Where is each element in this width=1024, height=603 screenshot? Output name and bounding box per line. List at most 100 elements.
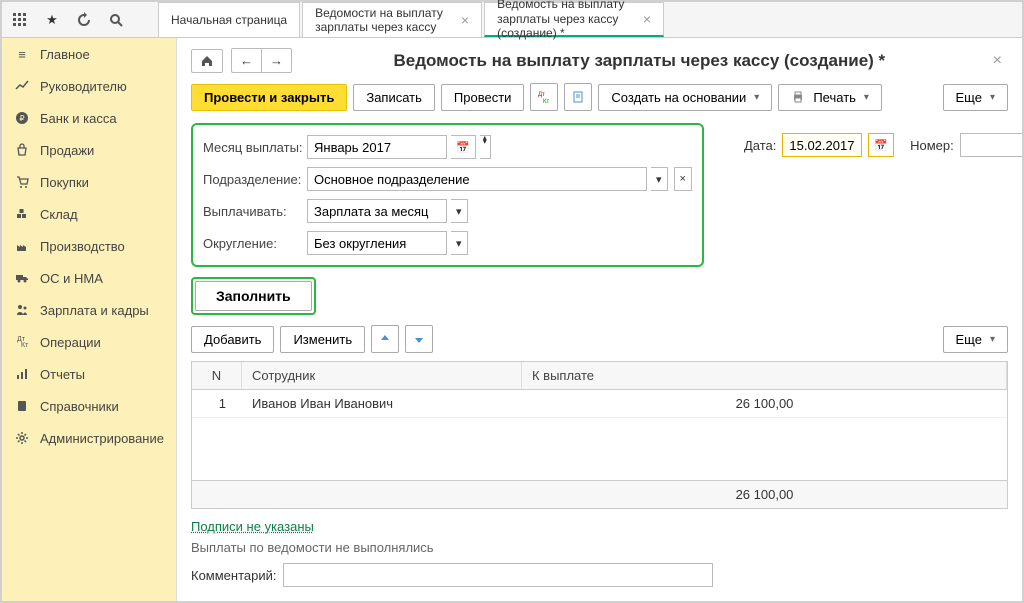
forward-button[interactable]: → bbox=[262, 49, 291, 72]
tab-label: Ведомости на выплату зарплаты через касс… bbox=[315, 6, 453, 35]
sidebar-item-label: Склад bbox=[40, 207, 78, 222]
sidebar-item-label: Производство bbox=[40, 239, 125, 254]
move-down-button[interactable] bbox=[405, 325, 433, 353]
sidebar-item-label: Главное bbox=[40, 47, 90, 62]
search-icon[interactable] bbox=[106, 10, 126, 30]
dropdown-icon[interactable]: ▾ bbox=[651, 167, 668, 191]
pay-input[interactable] bbox=[307, 199, 447, 223]
calendar-icon[interactable]: 📅 bbox=[868, 133, 894, 157]
svg-text:Кт: Кт bbox=[21, 342, 29, 349]
sidebar-item-operations[interactable]: ДтКт Операции bbox=[2, 326, 176, 358]
sidebar-item-label: Зарплата и кадры bbox=[40, 303, 149, 318]
date-label: Дата: bbox=[744, 138, 776, 153]
sidebar-item-label: Покупки bbox=[40, 175, 89, 190]
tab-payroll-create[interactable]: Ведомость на выплату зарплаты через касс… bbox=[484, 2, 664, 37]
tabs: Начальная страница Ведомости на выплату … bbox=[158, 2, 666, 37]
sidebar-item-directories[interactable]: Справочники bbox=[2, 390, 176, 422]
post-close-button[interactable]: Провести и закрыть bbox=[191, 84, 347, 111]
sidebar-item-assets[interactable]: ОС и НМА bbox=[2, 262, 176, 294]
dt-kt-button[interactable]: ДтКт bbox=[530, 83, 558, 111]
th-employee[interactable]: Сотрудник bbox=[242, 362, 522, 389]
fill-button[interactable]: Заполнить bbox=[195, 281, 312, 311]
signatures-link[interactable]: Подписи не указаны bbox=[191, 519, 314, 534]
tab-label: Ведомость на выплату зарплаты через касс… bbox=[497, 0, 635, 41]
apps-icon[interactable] bbox=[10, 10, 30, 30]
date-input[interactable] bbox=[782, 133, 862, 157]
people-icon bbox=[14, 302, 30, 318]
sidebar-item-purchases[interactable]: Покупки bbox=[2, 166, 176, 198]
sidebar-item-warehouse[interactable]: Склад bbox=[2, 198, 176, 230]
sidebar-item-label: Операции bbox=[40, 335, 101, 350]
nav-arrows: ← → bbox=[231, 48, 292, 73]
sidebar-item-label: Отчеты bbox=[40, 367, 85, 382]
sidebar-item-label: ОС и НМА bbox=[40, 271, 103, 286]
print-button[interactable]: Печать bbox=[778, 84, 882, 111]
comment-label: Комментарий: bbox=[191, 568, 277, 583]
cell-employee: Иванов Иван Иванович bbox=[242, 390, 522, 417]
sidebar-item-reports[interactable]: Отчеты bbox=[2, 358, 176, 390]
sidebar-item-sales[interactable]: Продажи bbox=[2, 134, 176, 166]
move-up-button[interactable] bbox=[371, 325, 399, 353]
edit-button[interactable]: Изменить bbox=[280, 326, 365, 353]
content-area: ← → Ведомость на выплату зарплаты через … bbox=[177, 38, 1022, 601]
factory-icon bbox=[14, 238, 30, 254]
gear-icon bbox=[14, 430, 30, 446]
create-based-button[interactable]: Создать на основании bbox=[598, 84, 772, 111]
calendar-icon[interactable]: 📅 bbox=[451, 135, 476, 159]
employee-table: N Сотрудник К выплате 1 Иванов Иван Иван… bbox=[191, 361, 1008, 509]
book-icon bbox=[14, 398, 30, 414]
dept-input[interactable] bbox=[307, 167, 647, 191]
sidebar-item-manager[interactable]: Руководителю bbox=[2, 70, 176, 102]
cell-n: 1 bbox=[192, 390, 242, 417]
document-button[interactable] bbox=[564, 83, 592, 111]
month-input[interactable] bbox=[307, 135, 447, 159]
number-label: Номер: bbox=[910, 138, 954, 153]
ruble-icon: ₽ bbox=[14, 110, 30, 126]
history-icon[interactable] bbox=[74, 10, 94, 30]
sidebar-item-admin[interactable]: Администрирование bbox=[2, 422, 176, 454]
page-title: Ведомость на выплату зарплаты через касс… bbox=[300, 51, 979, 71]
add-button[interactable]: Добавить bbox=[191, 326, 274, 353]
post-button[interactable]: Провести bbox=[441, 84, 525, 111]
round-label: Округление: bbox=[203, 236, 303, 251]
home-button[interactable] bbox=[191, 49, 223, 73]
th-number[interactable]: N bbox=[192, 362, 242, 389]
dropdown-icon[interactable]: ▾ bbox=[451, 199, 468, 223]
sidebar-item-label: Банк и касса bbox=[40, 111, 117, 126]
sidebar-item-label: Администрирование bbox=[40, 431, 164, 446]
fill-highlight-box: Заполнить bbox=[191, 277, 316, 315]
svg-text:Дт: Дт bbox=[538, 92, 545, 98]
chart-icon bbox=[14, 78, 30, 94]
more-table-button[interactable]: Еще bbox=[943, 326, 1008, 353]
sidebar-item-label: Продажи bbox=[40, 143, 94, 158]
boxes-icon bbox=[14, 206, 30, 222]
tab-home[interactable]: Начальная страница bbox=[158, 2, 300, 37]
th-pay[interactable]: К выплате bbox=[522, 362, 1007, 389]
menu-icon: ≡ bbox=[14, 46, 30, 62]
sidebar-item-hr[interactable]: Зарплата и кадры bbox=[2, 294, 176, 326]
no-payments-text: Выплаты по ведомости не выполнялись bbox=[191, 540, 1008, 555]
sidebar-item-bank[interactable]: ₽ Банк и касса bbox=[2, 102, 176, 134]
bars-icon bbox=[14, 366, 30, 382]
clear-icon[interactable]: × bbox=[674, 167, 692, 191]
sidebar-item-label: Руководителю bbox=[40, 79, 127, 94]
number-input[interactable] bbox=[960, 133, 1022, 157]
dropdown-icon[interactable]: ▾ bbox=[451, 231, 468, 255]
save-button[interactable]: Записать bbox=[353, 84, 435, 111]
tab-payrolls[interactable]: Ведомости на выплату зарплаты через касс… bbox=[302, 2, 482, 37]
comment-input[interactable] bbox=[283, 563, 713, 587]
table-row[interactable]: 1 Иванов Иван Иванович 26 100,00 bbox=[192, 390, 1007, 418]
sidebar-item-main[interactable]: ≡ Главное bbox=[2, 38, 176, 70]
pay-label: Выплачивать: bbox=[203, 204, 303, 219]
svg-text:Кт: Кт bbox=[543, 99, 549, 105]
close-page-button[interactable]: × bbox=[987, 52, 1008, 70]
table-total: 26 100,00 bbox=[522, 481, 1007, 508]
round-input[interactable] bbox=[307, 231, 447, 255]
close-icon[interactable]: × bbox=[461, 12, 469, 29]
sidebar-item-production[interactable]: Производство bbox=[2, 230, 176, 262]
spinner-icon[interactable]: ▴▾ bbox=[480, 135, 491, 159]
star-icon[interactable]: ★ bbox=[42, 10, 62, 30]
back-button[interactable]: ← bbox=[232, 49, 262, 72]
more-button[interactable]: Еще bbox=[943, 84, 1008, 111]
close-icon[interactable]: × bbox=[643, 11, 651, 28]
